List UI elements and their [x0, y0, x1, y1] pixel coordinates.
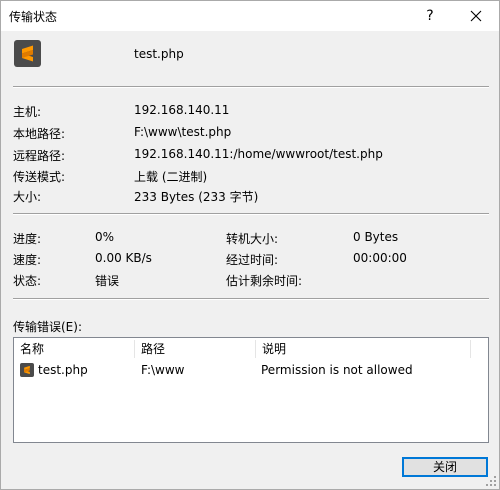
column-header-name[interactable]: 名称: [14, 338, 134, 360]
table-row[interactable]: test.php F:\www Permission is not allowe…: [14, 360, 488, 380]
error-list-header: 名称 路径 说明: [14, 338, 488, 360]
remote-path-value: 192.168.140.11:/home/wwwroot/test.php: [134, 147, 383, 161]
status-value: 错误: [95, 274, 120, 288]
progress-label: 进度:: [13, 232, 42, 246]
close-icon: [470, 10, 482, 22]
transfer-errors-label: 传输错误(E):: [13, 320, 82, 334]
host-label: 主机:: [13, 105, 42, 119]
error-list[interactable]: 名称 路径 说明 test.php F:\www Permission is n…: [13, 337, 489, 443]
speed-label: 速度:: [13, 253, 42, 267]
column-divider: [470, 340, 471, 358]
close-button[interactable]: 关闭: [402, 457, 488, 477]
transferred-size-value: 0 Bytes: [353, 230, 399, 244]
separator: [13, 213, 489, 215]
row-path: F:\www: [141, 363, 185, 377]
progress-value: 0%: [95, 230, 115, 244]
size-value: 233 Bytes (233 字节): [134, 190, 259, 204]
window-close-button[interactable]: [453, 1, 499, 31]
speed-value: 0.00 KB/s: [95, 251, 152, 265]
transfer-mode-value: 上载 (二进制): [134, 170, 208, 184]
column-header-path[interactable]: 路径: [135, 338, 255, 360]
title-bar[interactable]: 传输状态 ?: [1, 1, 499, 31]
sublime-file-icon: [20, 363, 34, 377]
sublime-file-icon: [14, 40, 41, 67]
host-value: 192.168.140.11: [134, 103, 230, 117]
row-name: test.php: [38, 363, 88, 377]
status-label: 状态:: [13, 274, 42, 288]
row-description: Permission is not allowed: [261, 363, 413, 377]
elapsed-time-value: 00:00:00: [353, 251, 407, 265]
remote-path-label: 远程路径:: [13, 149, 66, 163]
resize-grip-icon[interactable]: [485, 475, 497, 487]
help-icon: ?: [426, 8, 434, 24]
separator: [13, 298, 489, 300]
separator: [13, 86, 489, 88]
transferred-size-label: 转机大小:: [226, 232, 279, 246]
column-header-description[interactable]: 说明: [256, 338, 470, 360]
help-button[interactable]: ?: [407, 1, 453, 31]
size-label: 大小:: [13, 190, 42, 204]
remaining-time-label: 估计剩余时间:: [226, 274, 303, 288]
transfer-mode-label: 传送模式:: [13, 170, 66, 184]
transfer-status-dialog: 传输状态 ? test.php 主机: 192.168.140.11 本地路径:…: [0, 0, 500, 490]
header-filename: test.php: [134, 47, 184, 61]
local-path-label: 本地路径:: [13, 127, 66, 141]
local-path-value: F:\www\test.php: [134, 125, 232, 139]
window-title: 传输状态: [9, 10, 58, 24]
elapsed-time-label: 经过时间:: [226, 253, 279, 267]
